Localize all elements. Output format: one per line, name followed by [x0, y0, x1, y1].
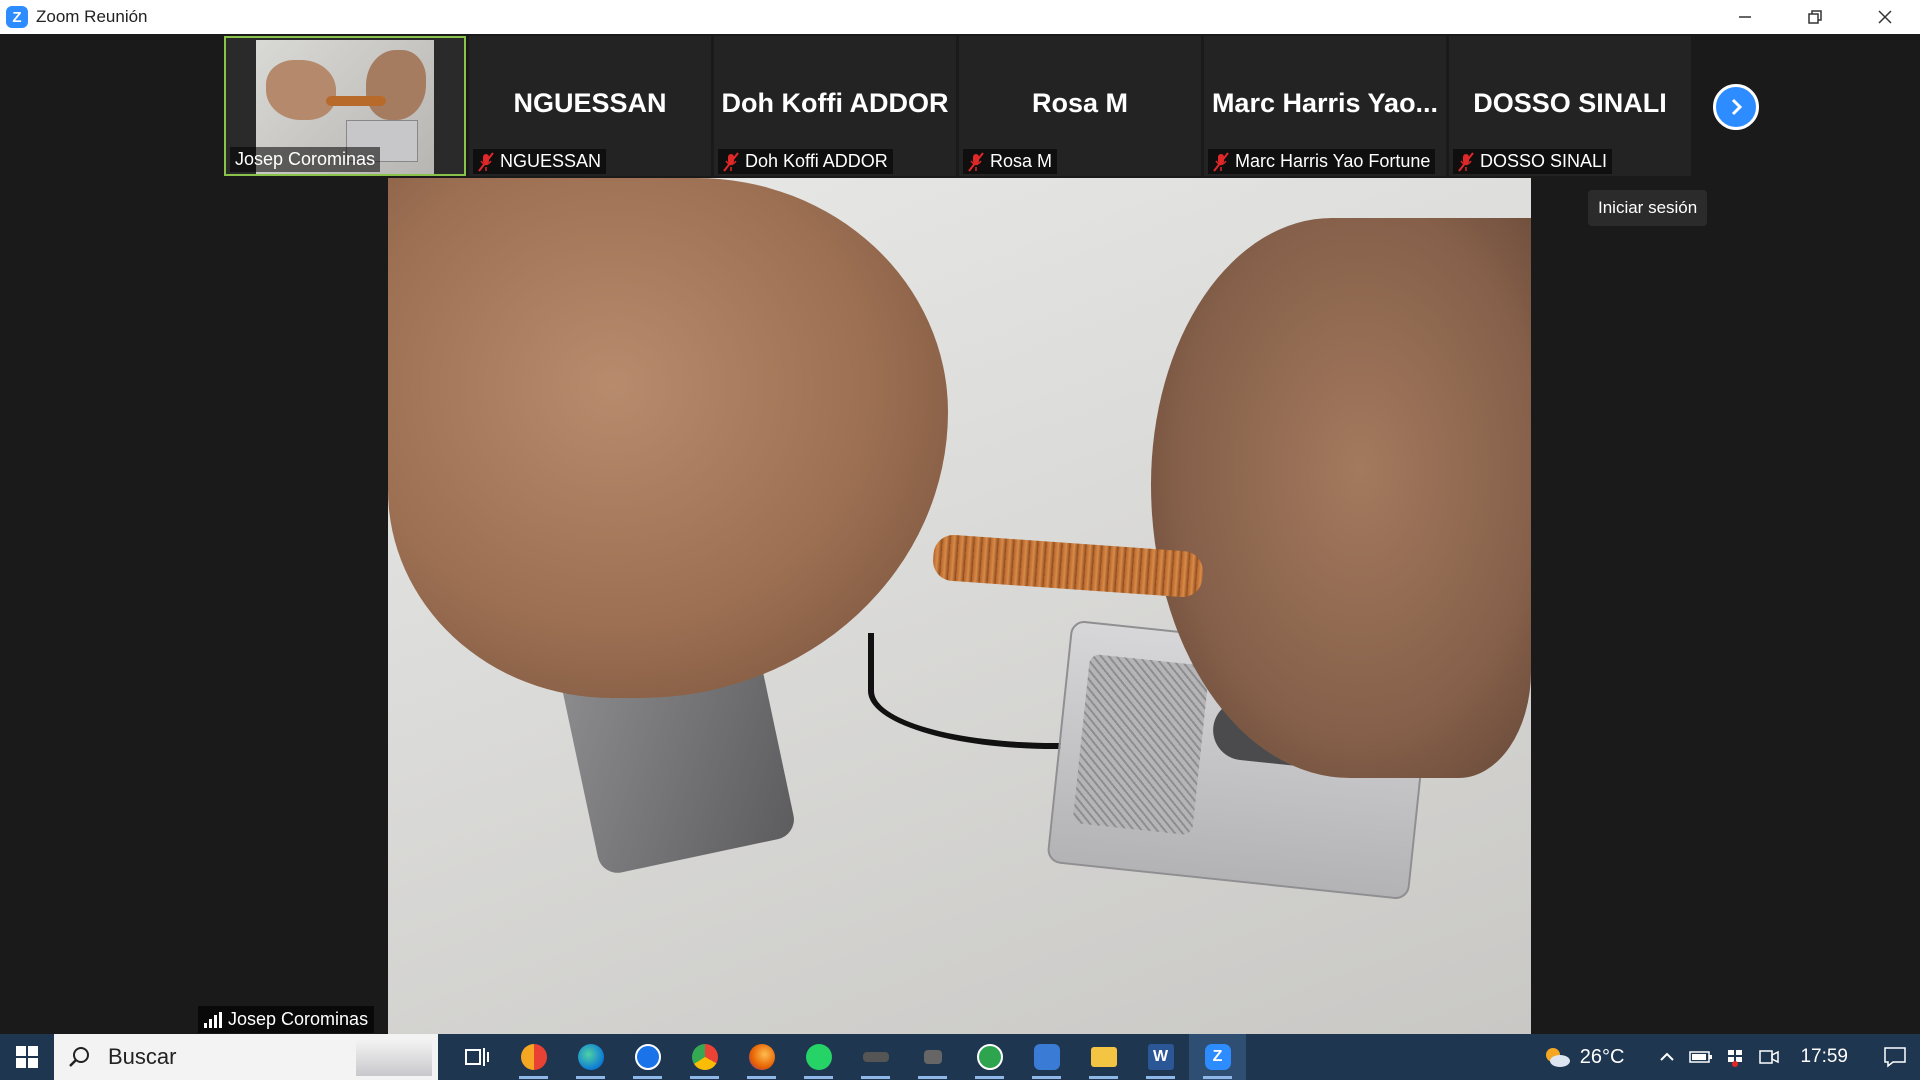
taskbar-app-edge[interactable] — [562, 1034, 619, 1080]
participant-tile-rosa[interactable]: Rosa M Rosa M — [959, 36, 1201, 176]
taskbar-app-dark-1[interactable] — [847, 1034, 904, 1080]
camera-icon — [1759, 1050, 1780, 1064]
participant-name: Rosa M — [990, 151, 1053, 171]
participant-name: Marc Harris Yao Fortune — [1235, 151, 1431, 171]
participant-display-name: Doh Koffi ADDOR — [721, 88, 949, 118]
taskbar-app-blue[interactable] — [1018, 1034, 1075, 1080]
participant-name: DOSSO SINALI — [1480, 151, 1608, 171]
camera-button[interactable] — [1752, 1048, 1786, 1066]
task-view-button[interactable] — [448, 1034, 505, 1080]
app-dark-2-icon — [923, 1050, 942, 1064]
chrome-icon — [691, 1044, 718, 1070]
participant-tile-nguessan[interactable]: NGUESSAN NGUESSAN — [469, 36, 711, 176]
participant-display-name: DOSSO SINALI — [1473, 88, 1667, 118]
minimize-icon — [1739, 16, 1751, 18]
weather-cloud-sun-icon — [1545, 1048, 1570, 1067]
app-dark-1-icon — [862, 1052, 889, 1062]
windows-taskbar: Buscar W Z 26°C 17:59 — [0, 1034, 1920, 1080]
clock[interactable]: 17:59 — [1800, 1046, 1848, 1068]
teamviewer-icon — [634, 1044, 661, 1070]
chevron-up-icon — [1660, 1052, 1675, 1061]
restore-icon — [1808, 10, 1822, 24]
start-button[interactable] — [0, 1034, 54, 1080]
sign-in-tooltip: Iniciar sesión — [1588, 190, 1708, 226]
mic-muted-icon — [478, 151, 494, 172]
edge-icon — [577, 1044, 604, 1070]
zoom-logo-icon: Z — [6, 6, 28, 28]
participant-label: Doh Koffi ADDOR — [718, 149, 893, 174]
participant-label: Rosa M — [963, 149, 1058, 174]
chevron-right-icon — [1731, 98, 1743, 116]
title-bar: Z Zoom Reunión — [0, 0, 1920, 34]
participant-tile-josep[interactable]: Josep Corominas — [224, 36, 466, 176]
show-hidden-icons-button[interactable] — [1650, 1052, 1684, 1062]
minimize-button[interactable] — [1710, 0, 1780, 34]
mic-muted-icon — [723, 151, 739, 172]
connection-signal-icon — [204, 1011, 222, 1028]
windows-logo-icon — [16, 1046, 38, 1068]
taskbar-app-whatsapp[interactable] — [790, 1034, 847, 1080]
taskbar-app-green[interactable] — [961, 1034, 1018, 1080]
dropbox-button[interactable] — [1718, 1047, 1752, 1067]
notifications-button[interactable] — [1870, 1034, 1920, 1080]
participant-strip: Josep Corominas NGUESSAN NGUESSAN Doh Ko… — [224, 36, 1694, 176]
taskbar-app-word[interactable]: W — [1132, 1034, 1189, 1080]
main-speaker-video — [388, 178, 1531, 1034]
mic-muted-icon — [1213, 151, 1229, 172]
mic-muted-icon — [1458, 151, 1474, 172]
left-hand-shape — [388, 178, 948, 698]
battery-icon — [1689, 1051, 1713, 1063]
firefox-icon — [748, 1044, 775, 1070]
participant-display-name: Marc Harris Yao... — [1211, 88, 1439, 118]
participant-tile-marc-harris[interactable]: Marc Harris Yao... Marc Harris Yao Fortu… — [1204, 36, 1446, 176]
participant-name: Josep Corominas — [235, 149, 376, 169]
search-icon — [69, 1047, 89, 1067]
taskbar-app-firefox[interactable] — [733, 1034, 790, 1080]
close-icon — [1878, 10, 1892, 24]
taskbar-app-file-explorer[interactable] — [1075, 1034, 1132, 1080]
task-view-icon — [464, 1048, 489, 1066]
participant-display-name: NGUESSAN — [513, 88, 667, 118]
taskbar-app-dark-2[interactable] — [904, 1034, 961, 1080]
system-tray: 26°C 17:59 — [1542, 1034, 1920, 1080]
search-highlight-image — [356, 1040, 432, 1076]
active-speaker-label: Josep Corominas — [198, 1006, 375, 1033]
participant-name: NGUESSAN — [500, 151, 602, 171]
taskbar-apps: W Z — [448, 1034, 1246, 1080]
next-page-button[interactable] — [1713, 84, 1759, 130]
participant-display-name: Rosa M — [1031, 88, 1129, 118]
participant-name: Doh Koffi ADDOR — [745, 151, 888, 171]
folder-icon — [1090, 1047, 1117, 1067]
taskbar-app-red[interactable] — [505, 1034, 562, 1080]
participant-label: Josep Corominas — [230, 147, 381, 172]
participant-tile-dosso[interactable]: DOSSO SINALI DOSSO SINALI — [1449, 36, 1691, 176]
taskbar-app-chrome[interactable] — [676, 1034, 733, 1080]
close-button[interactable] — [1850, 0, 1920, 34]
notification-icon — [1884, 1047, 1906, 1068]
word-icon: W — [1147, 1044, 1174, 1070]
participant-label: NGUESSAN — [473, 149, 607, 174]
participant-label: Marc Harris Yao Fortune — [1208, 149, 1436, 174]
zoom-icon: Z — [1204, 1044, 1231, 1070]
mic-muted-icon — [968, 151, 984, 172]
speaker-name: Josep Corominas — [228, 1009, 369, 1029]
temperature[interactable]: 26°C — [1580, 1046, 1625, 1069]
taskbar-app-zoom[interactable]: Z — [1189, 1034, 1246, 1080]
taskbar-app-teamviewer[interactable] — [619, 1034, 676, 1080]
window-controls — [1710, 0, 1920, 34]
participant-label: DOSSO SINALI — [1453, 149, 1613, 174]
app-red-icon — [520, 1044, 547, 1070]
participant-tile-doh-koffi[interactable]: Doh Koffi ADDOR Doh Koffi ADDOR — [714, 36, 956, 176]
battery-button[interactable] — [1684, 1050, 1718, 1064]
app-green-icon — [976, 1044, 1003, 1070]
restore-button[interactable] — [1780, 0, 1850, 34]
window-title: Zoom Reunión — [36, 7, 148, 26]
whatsapp-icon — [805, 1044, 832, 1070]
app-blue-icon — [1033, 1044, 1060, 1070]
search-placeholder: Buscar — [108, 1044, 177, 1069]
dropbox-icon — [1728, 1050, 1743, 1067]
taskbar-search[interactable]: Buscar — [54, 1034, 438, 1080]
